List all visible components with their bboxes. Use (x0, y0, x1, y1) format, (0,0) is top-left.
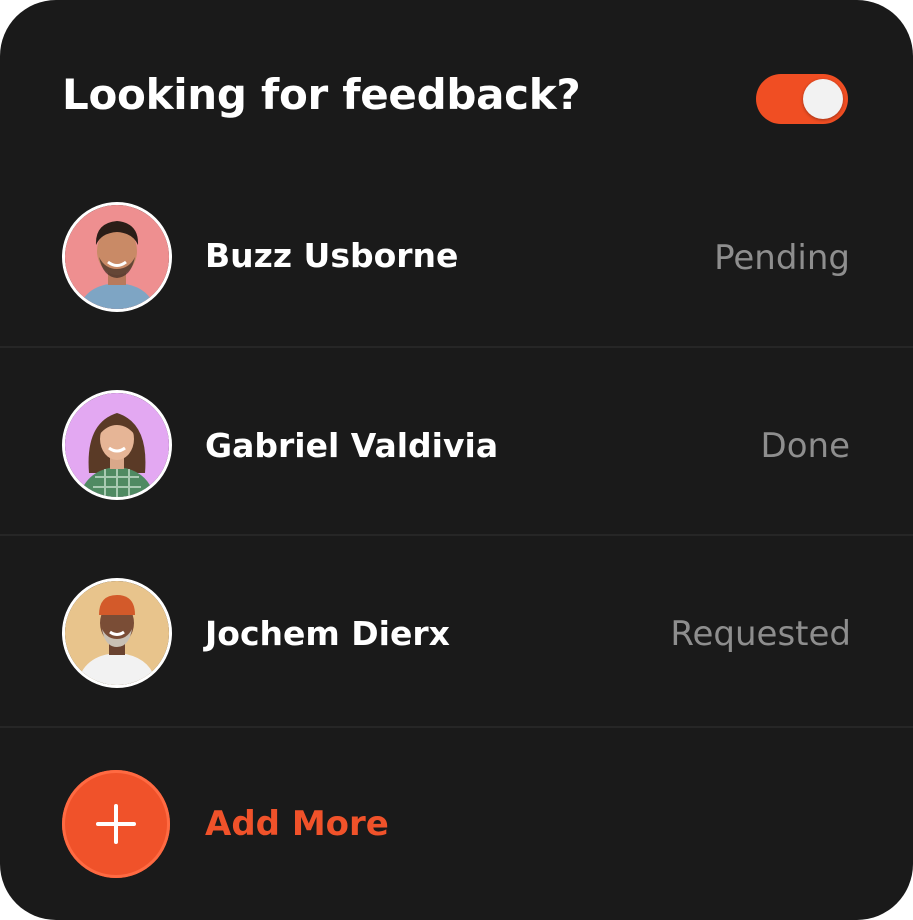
avatar (62, 390, 172, 500)
feedback-card: Looking for feedback? Buzz Usborne Pendi… (0, 0, 913, 920)
person-name: Gabriel Valdivia (205, 426, 499, 465)
person-name: Jochem Dierx (205, 614, 450, 653)
avatar (62, 578, 172, 688)
add-more-row: Add More (0, 728, 913, 920)
avatar (62, 202, 172, 312)
status-label: Pending (714, 238, 850, 278)
add-more-label[interactable]: Add More (205, 804, 389, 844)
list-item[interactable]: Jochem Dierx Requested (0, 536, 913, 728)
toggle-knob (803, 79, 843, 119)
status-label: Requested (670, 614, 851, 654)
list-item[interactable]: Buzz Usborne Pending (0, 162, 913, 348)
header: Looking for feedback? (62, 62, 850, 142)
add-more-button[interactable] (62, 770, 170, 878)
list-item[interactable]: Gabriel Valdivia Done (0, 348, 913, 536)
person-name: Buzz Usborne (205, 236, 459, 275)
feedback-toggle[interactable] (756, 74, 848, 124)
page-title: Looking for feedback? (62, 70, 581, 119)
plus-icon (96, 804, 136, 844)
status-label: Done (760, 426, 850, 466)
